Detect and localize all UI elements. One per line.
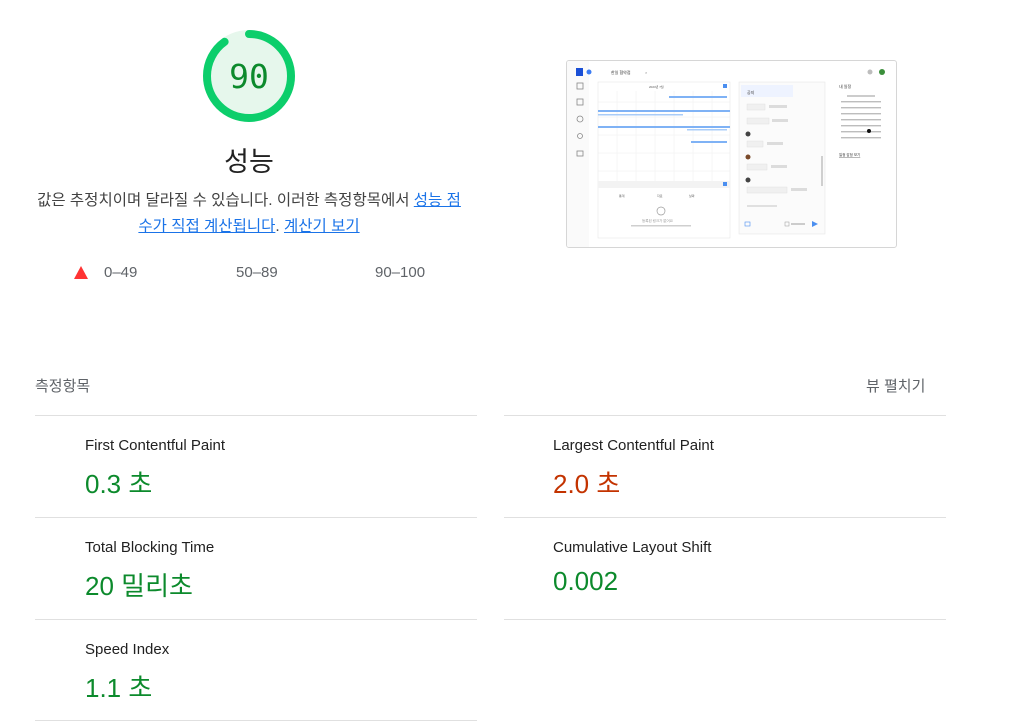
final-screenshot-thumbnail[interactable]: 한일 협약접 × 2023년 7월 통계 자료 날짜 등록된 링크가 없어요 공… (566, 60, 897, 248)
thumb-card-title: 공지 (747, 89, 755, 95)
svg-text:×: × (645, 70, 648, 75)
description-separator: . (275, 218, 284, 235)
metric-value: 1.1 초 (85, 673, 153, 703)
svg-text:자료: 자료 (657, 193, 663, 198)
legend-fail: 0–49 (74, 264, 137, 281)
performance-score-gauge: 90 (203, 30, 295, 122)
metric-label: Total Blocking Time (85, 539, 215, 556)
divider (35, 720, 477, 721)
triangle-icon (74, 266, 88, 279)
score-value: 90 (229, 57, 269, 96)
metric-value: 0.3 초 (85, 469, 153, 499)
metric-value: 2.0 초 (553, 469, 621, 499)
legend-pass: 90–100 (375, 264, 425, 281)
svg-text:날짜: 날짜 (689, 193, 695, 198)
metric-first-contentful-paint[interactable]: First Contentful Paint 0.3 초 (85, 437, 225, 501)
description-text: 값은 추정치이며 달라질 수 있습니다. 이러한 측정항목에서 (37, 192, 414, 209)
legend-label: 50–89 (236, 264, 278, 281)
metric-value: 0.002 (553, 566, 619, 596)
divider (504, 517, 946, 518)
expand-view-toggle[interactable]: 뷰 펼치기 (866, 375, 925, 396)
metric-total-blocking-time[interactable]: Total Blocking Time 20 밀리초 (85, 539, 214, 603)
divider (504, 619, 946, 620)
metric-value: 20 밀리초 (85, 571, 193, 601)
metric-label: Largest Contentful Paint (553, 437, 714, 454)
metric-label: Cumulative Layout Shift (553, 539, 712, 556)
divider (35, 415, 477, 416)
score-description: 값은 추정치이며 달라질 수 있습니다. 이러한 측정항목에서 성능 점수가 직… (30, 188, 468, 240)
thumb-side-link: 일정 감정 보기 (839, 152, 860, 157)
metric-label: First Contentful Paint (85, 437, 226, 454)
legend-label: 90–100 (375, 264, 426, 281)
svg-text:통계: 통계 (619, 193, 625, 198)
category-title: 성능 (224, 147, 274, 177)
metric-largest-contentful-paint[interactable]: Largest Contentful Paint 2.0 초 (553, 437, 714, 501)
divider (504, 415, 946, 416)
divider (35, 619, 477, 620)
thumb-empty-label: 등록된 링크가 없어요 (642, 218, 674, 223)
page-screenshot: 한일 협약접 × 2023년 7월 통계 자료 날짜 등록된 링크가 없어요 공… (567, 61, 885, 247)
thumb-side-title: 내 일정 (839, 83, 851, 89)
legend-label: 0–49 (104, 264, 138, 281)
metric-label: Speed Index (85, 641, 170, 658)
legend-average: 50–89 (236, 264, 278, 281)
metric-speed-index[interactable]: Speed Index 1.1 초 (85, 641, 169, 705)
thumb-page-title: 한일 협약접 (611, 69, 631, 75)
calculator-link[interactable]: 계산기 보기 (284, 218, 360, 235)
divider (35, 517, 477, 518)
thumb-month-label: 2023년 7월 (649, 84, 664, 89)
metrics-section-title: 측정항목 (35, 378, 91, 395)
metric-cumulative-layout-shift[interactable]: Cumulative Layout Shift 0.002 (553, 539, 711, 597)
